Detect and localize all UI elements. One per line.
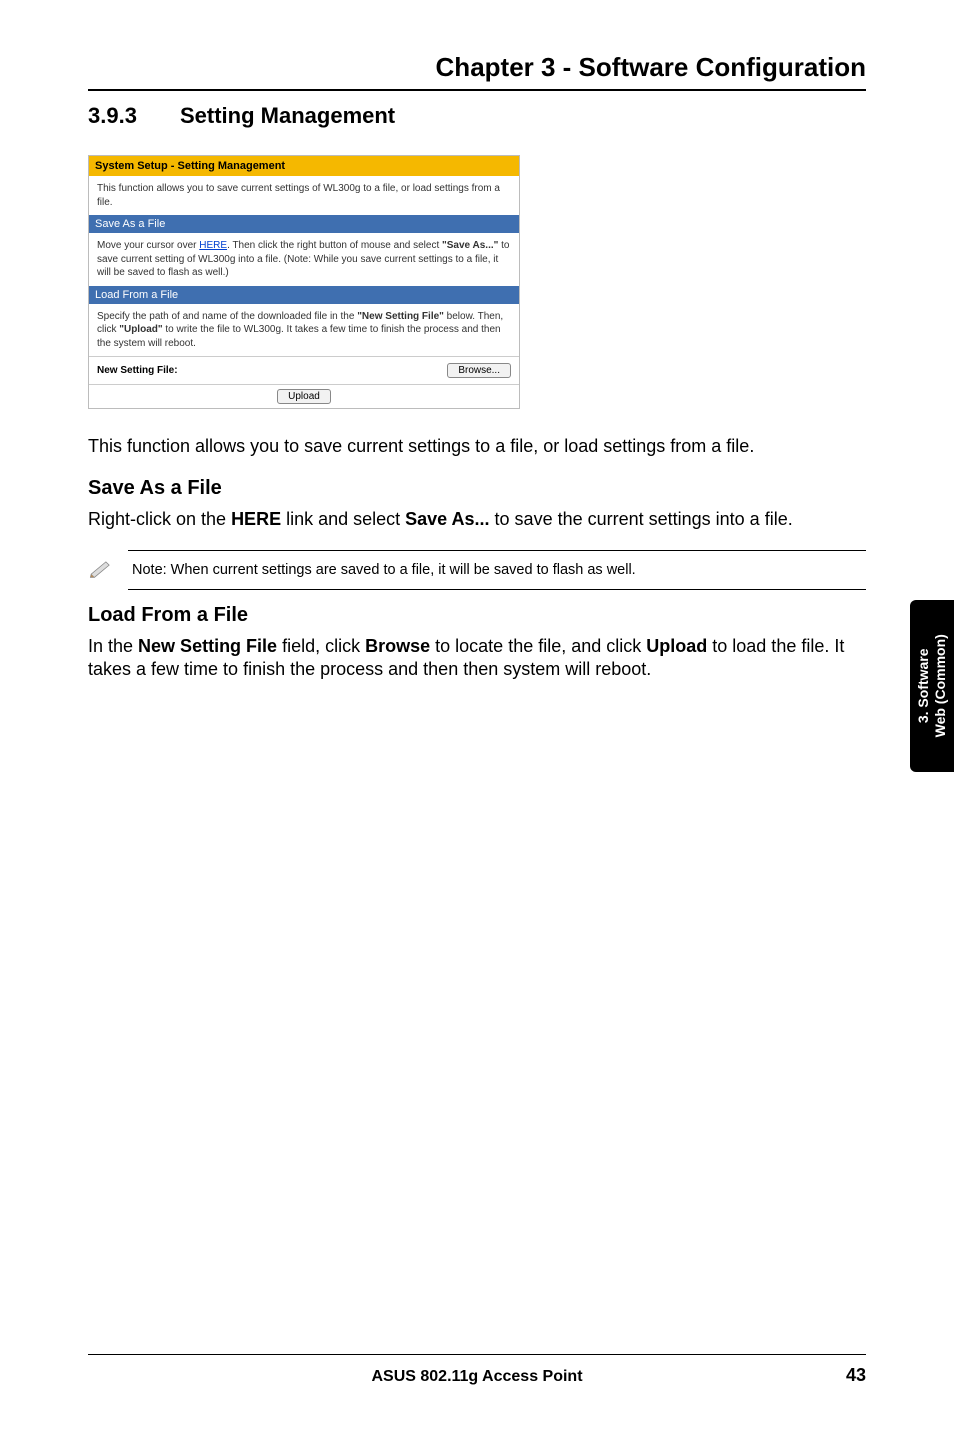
upload-row: Upload xyxy=(89,384,519,408)
text: Specify the path of and name of the down… xyxy=(97,311,357,322)
load-from-file-description: Specify the path of and name of the down… xyxy=(89,304,519,357)
text: In the xyxy=(88,636,138,656)
text: "Upload" xyxy=(119,324,162,335)
text: Browse xyxy=(365,636,430,656)
text: link and select xyxy=(281,509,405,529)
text: "New Setting File" xyxy=(357,311,444,322)
divider xyxy=(88,89,866,91)
save-as-file-heading: Save As a File xyxy=(88,477,866,500)
here-link[interactable]: HERE xyxy=(199,240,227,251)
text: to locate the file, and click xyxy=(430,636,646,656)
section-title: Setting Management xyxy=(180,103,395,128)
divider xyxy=(128,589,866,590)
text: Upload xyxy=(646,636,707,656)
footer-title: ASUS 802.11g Access Point xyxy=(128,1368,826,1386)
load-from-file-heading: Load From a File xyxy=(88,604,866,627)
text: Save As... xyxy=(405,509,489,529)
save-as-file-paragraph: Right-click on the HERE link and select … xyxy=(88,508,866,532)
settings-screenshot: System Setup - Setting Management This f… xyxy=(88,155,520,409)
new-setting-file-label: New Setting File: xyxy=(97,365,178,376)
text: to save the current settings into a file… xyxy=(490,509,793,529)
save-as-file-description: Move your cursor over HERE. Then click t… xyxy=(89,233,519,286)
screenshot-title-bar: System Setup - Setting Management xyxy=(89,156,519,176)
divider xyxy=(88,1354,866,1355)
new-setting-file-row: New Setting File: Browse... xyxy=(89,356,519,384)
upload-button[interactable]: Upload xyxy=(277,389,331,404)
text: . Then click the right button of mouse a… xyxy=(227,240,442,251)
text: New Setting File xyxy=(138,636,277,656)
side-tab-line2: Web (Common) xyxy=(932,634,949,737)
page-number: 43 xyxy=(826,1365,866,1386)
screenshot-intro: This function allows you to save current… xyxy=(89,176,519,215)
load-from-file-bar: Load From a File xyxy=(89,286,519,304)
section-number: 3.9.3 xyxy=(88,103,180,129)
intro-paragraph: This function allows you to save current… xyxy=(88,435,866,459)
text: Right-click on the xyxy=(88,509,231,529)
browse-button[interactable]: Browse... xyxy=(447,363,511,378)
page-footer: ASUS 802.11g Access Point 43 xyxy=(88,1354,866,1386)
load-from-file-paragraph: In the New Setting File field, click Bro… xyxy=(88,635,866,683)
side-tab-line1: 3. Software xyxy=(915,634,932,737)
text: Move your cursor over xyxy=(97,240,199,251)
text: HERE xyxy=(231,509,281,529)
save-as-file-bar: Save As a File xyxy=(89,215,519,233)
text: field, click xyxy=(277,636,365,656)
pencil-icon xyxy=(88,559,114,581)
section-heading: 3.9.3Setting Management xyxy=(88,103,866,129)
chapter-title: Chapter 3 - Software Configuration xyxy=(88,52,866,83)
note-block: Note: When current settings are saved to… xyxy=(128,550,866,590)
text: "Save As..." xyxy=(442,240,498,251)
side-tab: 3. Software Web (Common) xyxy=(910,600,954,772)
note-text: Note: When current settings are saved to… xyxy=(132,562,636,578)
